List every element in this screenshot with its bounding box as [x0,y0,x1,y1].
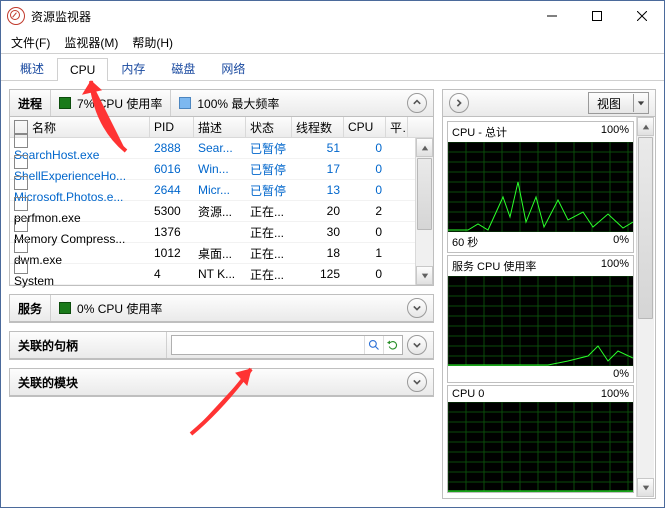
tabbar: 概述 CPU 内存 磁盘 网络 [1,53,664,81]
chevron-down-icon [633,94,648,112]
process-panel: 进程 7% CPU 使用率 100% 最大频率 名称 PID 描述 状态 线程数… [9,89,434,286]
modules-panel-header[interactable]: 关联的模块 [10,369,433,396]
col-avg[interactable]: 平… [386,117,408,137]
modules-panel-title: 关联的模块 [10,374,86,391]
row-checkbox[interactable] [14,218,28,232]
row-checkbox[interactable] [14,155,28,169]
process-table: 名称 PID 描述 状态 线程数 CPU 平… SearchHost.exe28… [10,117,433,285]
tab-memory[interactable]: 内存 [108,55,158,81]
charts-scrollbar[interactable] [636,117,654,497]
tab-cpu[interactable]: CPU [57,58,108,81]
max-freq-label: 100% 最大频率 [197,95,279,112]
window-title: 资源监视器 [31,8,529,25]
charts-collapse-icon[interactable] [449,93,469,113]
expand-icon[interactable] [407,298,427,318]
menu-file[interactable]: 文件(F) [5,32,56,53]
chart-title: CPU 0 [452,388,484,400]
row-checkbox[interactable] [14,134,28,148]
services-cpu-icon [59,302,71,314]
handles-panel-title: 关联的句柄 [10,332,167,358]
row-checkbox[interactable] [14,239,28,253]
process-panel-header[interactable]: 进程 7% CPU 使用率 100% 最大频率 [10,90,433,117]
col-threads[interactable]: 线程数 [292,117,344,137]
table-scrollbar[interactable] [415,138,433,285]
close-button[interactable] [619,1,664,31]
table-row[interactable]: System4NT K...正在...1250 [10,264,415,285]
row-checkbox[interactable] [14,176,28,190]
menu-monitor[interactable]: 监视器(M) [58,32,124,53]
tab-overview[interactable]: 概述 [7,55,57,81]
collapse-icon[interactable] [407,93,427,113]
col-pid[interactable]: PID [150,117,194,137]
scrollbar-thumb[interactable] [638,137,653,319]
scroll-down-icon[interactable] [637,478,654,497]
services-panel-title: 服务 [10,300,50,317]
titlebar: 资源监视器 [1,1,664,31]
scroll-up-icon[interactable] [416,138,433,157]
chart-max: 100% [601,124,629,140]
services-cpu-label: 0% CPU 使用率 [77,300,162,317]
chart-footer-left: 60 秒 [452,234,478,250]
tab-disk[interactable]: 磁盘 [158,55,208,81]
row-checkbox[interactable] [14,197,28,211]
scrollbar-thumb[interactable] [417,158,432,230]
view-dropdown[interactable]: 视图 [588,92,649,114]
chart-max: 100% [601,388,629,400]
services-panel-header[interactable]: 服务 0% CPU 使用率 [10,295,433,322]
modules-panel: 关联的模块 [9,368,434,397]
cpu-usage-label: 7% CPU 使用率 [77,95,162,112]
services-panel: 服务 0% CPU 使用率 [9,294,434,323]
chart: CPU 0 100% [447,385,634,493]
row-checkbox[interactable] [14,260,28,274]
charts-pane: 视图 CPU - 总计100%60 秒0%服务 CPU 使用率100%0%CPU… [442,89,656,499]
scroll-down-icon[interactable] [416,266,433,285]
search-icon[interactable] [364,336,383,354]
chart: 服务 CPU 使用率 100% 0% [447,255,634,383]
chart-footer-right: 0% [613,234,629,250]
col-desc[interactable]: 描述 [194,117,246,137]
chart-max: 100% [601,258,629,274]
refresh-icon[interactable] [383,336,402,354]
handles-panel: 关联的句柄 [9,331,434,360]
select-all-checkbox[interactable] [14,120,28,134]
col-status[interactable]: 状态 [246,117,292,137]
max-freq-icon [179,97,191,109]
maximize-button[interactable] [574,1,619,31]
cpu-usage-icon [59,97,71,109]
minimize-button[interactable] [529,1,574,31]
charts-header: 视图 [443,90,655,117]
menubar: 文件(F) 监视器(M) 帮助(H) [1,31,664,53]
handles-search-input[interactable] [172,337,364,353]
app-icon [7,7,25,25]
chart-title: CPU - 总计 [452,124,507,140]
scroll-up-icon[interactable] [637,117,654,136]
col-name[interactable]: 名称 [32,119,56,136]
chart-title: 服务 CPU 使用率 [452,258,536,274]
handles-panel-header[interactable]: 关联的句柄 [10,332,433,359]
handles-searchbox [171,335,403,355]
tab-network[interactable]: 网络 [208,55,258,81]
chart-footer-right: 0% [613,368,629,380]
menu-help[interactable]: 帮助(H) [126,32,179,53]
chart: CPU - 总计 100% 60 秒 0% [447,121,634,253]
col-cpu[interactable]: CPU [344,117,386,137]
view-label: 视图 [597,95,621,112]
expand-icon[interactable] [407,335,427,355]
expand-icon[interactable] [407,372,427,392]
process-panel-title: 进程 [10,95,50,112]
